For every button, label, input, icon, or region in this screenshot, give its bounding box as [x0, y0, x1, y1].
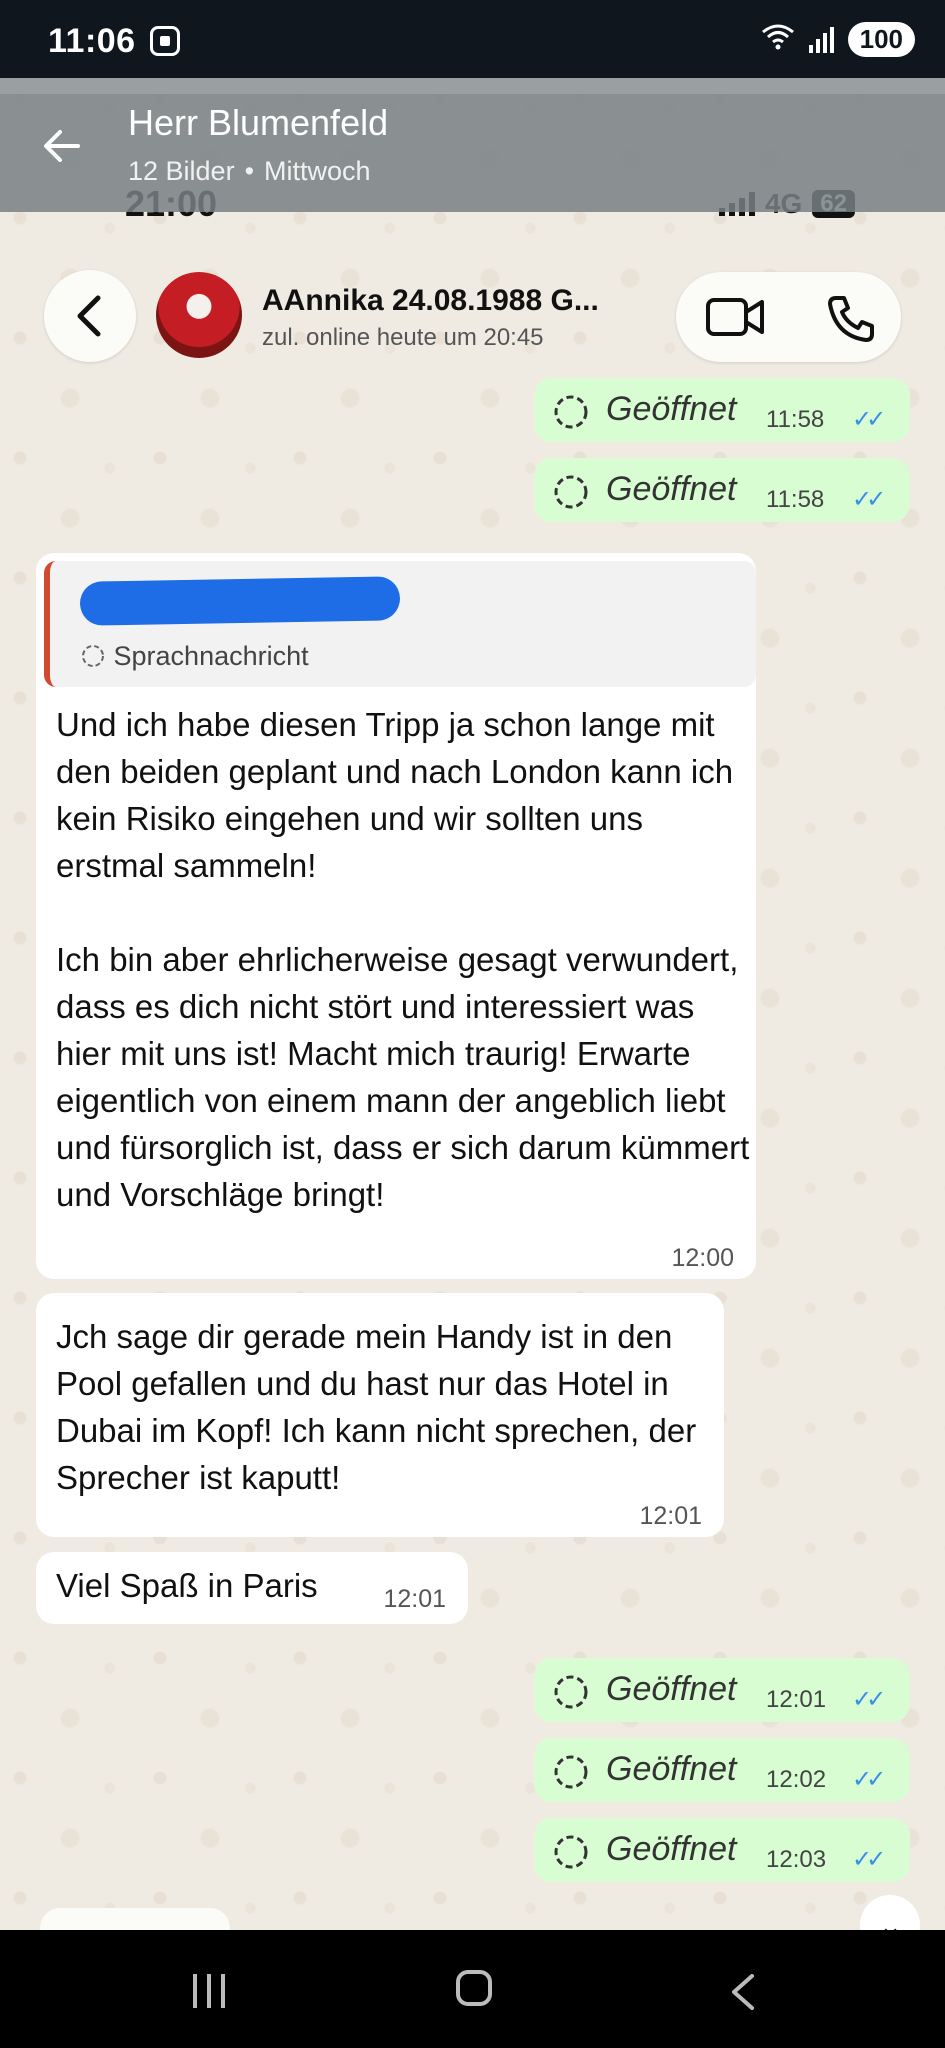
opened-label: Geöffnet	[606, 1830, 737, 1868]
gallery-subtitle: 12 Bilder • Mittwoch	[128, 156, 371, 187]
quoted-voice-label: Sprachnachricht	[80, 633, 309, 680]
gallery-day: Mittwoch	[264, 156, 371, 186]
message-bubble-outgoing[interactable]: Geöffnet 11:58 ✓✓	[534, 378, 910, 442]
last-seen: zul. online heute um 20:45	[262, 324, 544, 351]
signal-icon	[808, 26, 834, 53]
message-time: 12:01	[383, 1585, 446, 1613]
view-once-icon	[552, 393, 590, 443]
message-time: 12:00	[671, 1244, 734, 1272]
status-bar: 11:06 100	[0, 0, 945, 78]
message-time: 11:58	[766, 406, 825, 433]
gallery-title: Herr Blumenfeld	[128, 102, 389, 143]
status-time: 11:06	[48, 22, 136, 60]
message-text: Und ich habe diesen Tripp ja schon lange…	[56, 701, 756, 1218]
opened-label: Geöffnet	[606, 390, 737, 428]
screenshot-icon	[150, 26, 180, 56]
read-ticks-icon: ✓✓	[852, 1766, 886, 1793]
navigation-bar	[0, 1930, 945, 2048]
message-time: 12:01	[639, 1502, 702, 1530]
contact-name[interactable]: AAnnika 24.08.1988 G...	[262, 284, 599, 318]
message-bubble-outgoing[interactable]: Geöffnet 12:02 ✓✓	[534, 1738, 910, 1802]
wifi-icon	[761, 22, 795, 57]
quoted-type-text: Sprachnachricht	[113, 641, 309, 671]
quoted-message[interactable]: Sprachnachricht	[44, 561, 756, 687]
redaction-scribble	[79, 576, 401, 626]
view-once-icon	[552, 1833, 590, 1883]
read-ticks-icon: ✓✓	[852, 406, 886, 433]
message-time: 11:58	[766, 486, 825, 513]
read-ticks-icon: ✓✓	[852, 486, 886, 513]
view-once-icon	[552, 473, 590, 523]
message-paragraph: Ich bin aber ehrlicherweise gesagt verwu…	[56, 941, 750, 1213]
chat-header: AAnnika 24.08.1988 G... zul. online heut…	[0, 262, 945, 372]
message-bubble-outgoing[interactable]: Geöffnet 12:03 ✓✓	[534, 1818, 910, 1882]
back-arrow-icon[interactable]	[38, 122, 88, 172]
image-count: 12 Bilder	[128, 156, 235, 186]
avatar[interactable]	[156, 272, 242, 358]
video-call-icon[interactable]	[704, 292, 768, 347]
message-time: 12:01	[766, 1686, 827, 1713]
gallery-top-strip	[0, 78, 945, 94]
message-bubble-outgoing[interactable]: Geöffnet 11:58 ✓✓	[534, 458, 910, 522]
message-time: 12:03	[766, 1846, 827, 1873]
opened-label: Geöffnet	[606, 1670, 737, 1708]
message-bubble-outgoing[interactable]: Geöffnet 12:01 ✓✓	[534, 1658, 910, 1722]
opened-label: Geöffnet	[606, 1750, 737, 1788]
message-paragraph: Und ich habe diesen Tripp ja schon lange…	[56, 706, 734, 884]
message-text: Jch sage dir gerade mein Handy ist in de…	[56, 1318, 697, 1496]
nav-back-button[interactable]	[728, 1972, 758, 2017]
battery-indicator: 100	[847, 22, 915, 57]
call-actions	[676, 272, 901, 362]
chat-back-button[interactable]	[44, 270, 136, 362]
message-bubble-incoming[interactable]: Jch sage dir gerade mein Handy ist in de…	[36, 1293, 724, 1537]
message-bubble-incoming[interactable]: Viel Spaß in Paris 12:01	[36, 1552, 468, 1624]
opened-label: Geöffnet	[606, 470, 737, 508]
read-ticks-icon: ✓✓	[852, 1686, 886, 1713]
gallery-header: Herr Blumenfeld 12 Bilder • Mittwoch	[0, 94, 945, 212]
view-once-icon	[552, 1753, 590, 1803]
message-time: 12:02	[766, 1766, 827, 1793]
home-button[interactable]	[456, 1970, 492, 2006]
read-ticks-icon: ✓✓	[852, 1846, 886, 1873]
message-bubble-incoming[interactable]: Sprachnachricht Und ich habe diesen Trip…	[36, 553, 756, 1279]
voice-call-icon[interactable]	[826, 292, 878, 349]
recent-apps-button[interactable]	[193, 1974, 225, 2008]
separator-dot: •	[244, 156, 255, 186]
view-once-icon	[552, 1673, 590, 1723]
